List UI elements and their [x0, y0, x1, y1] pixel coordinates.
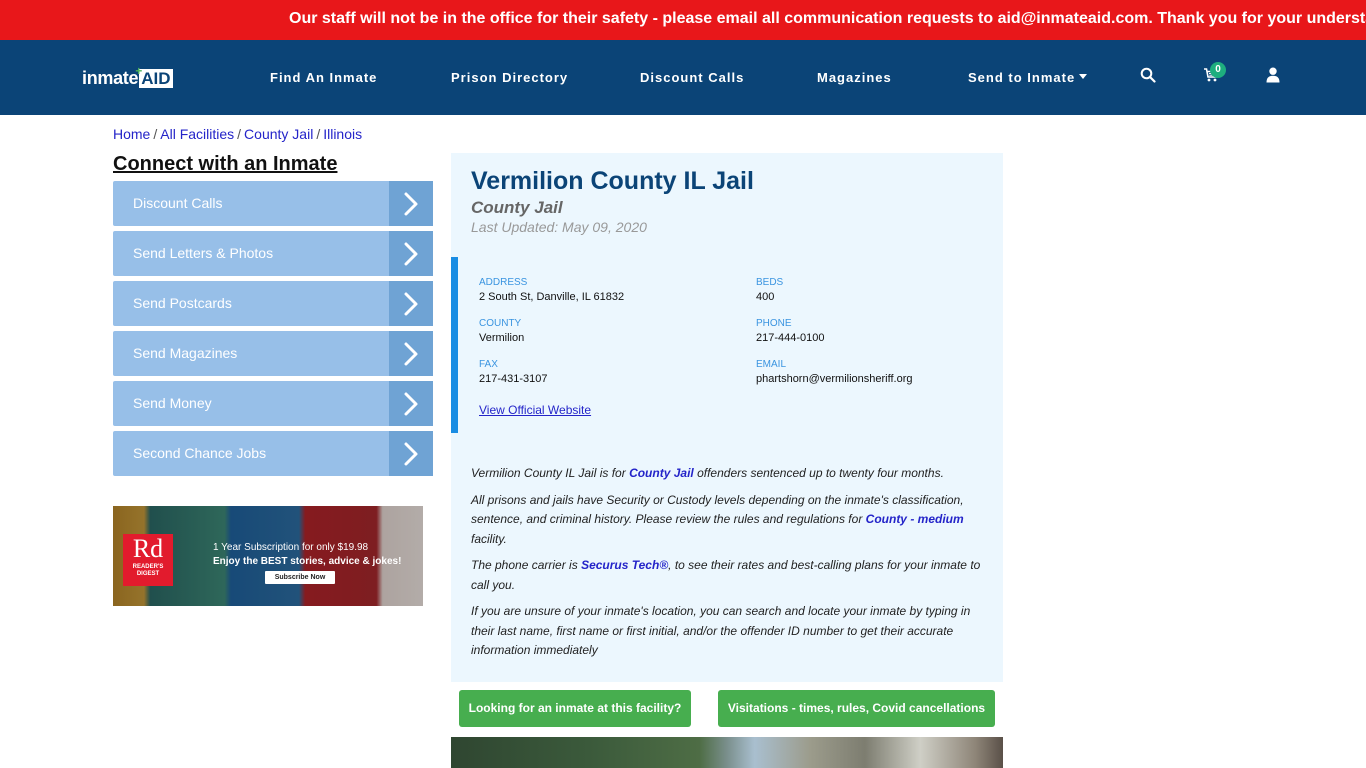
rd-logo-sub1: READER'S: [132, 564, 164, 570]
breadcrumb-separator: /: [153, 126, 158, 142]
breadcrumb-separator: /: [316, 126, 321, 142]
rd-logo-sub2: DIGEST: [136, 571, 160, 577]
sidebar-menu: Discount Calls Send Letters & Photos Sen…: [113, 181, 433, 481]
facility-title: Vermilion County IL Jail: [471, 167, 754, 195]
chevron-right-icon: [389, 181, 433, 226]
chevron-right-icon: [389, 431, 433, 476]
logo-aid: + AID: [135, 64, 173, 88]
sidebar-item-label: Discount Calls: [133, 195, 223, 211]
logo-aid-text: AID: [141, 68, 171, 88]
beds-label: BEDS: [756, 277, 784, 288]
text: offenders sentenced up to twenty four mo…: [693, 466, 944, 480]
phone-label: PHONE: [756, 318, 792, 329]
description-paragraph: Vermilion County IL Jail is for County J…: [471, 464, 986, 484]
sidebar-title[interactable]: Connect with an Inmate: [113, 153, 337, 176]
sidebar-item-label: Send Letters & Photos: [133, 245, 274, 261]
cart-count-badge: 0: [1210, 62, 1226, 78]
text: facility.: [471, 531, 507, 546]
description-paragraph: All prisons and jails have Security or C…: [471, 491, 986, 550]
official-website-link[interactable]: View Official Website: [479, 403, 591, 417]
user-icon[interactable]: [1266, 67, 1286, 87]
sidebar-item-send-postcards[interactable]: Send Postcards: [113, 281, 433, 326]
county-medium-link[interactable]: County - medium: [866, 512, 964, 526]
breadcrumb-home[interactable]: Home: [113, 126, 150, 142]
chevron-right-icon: [389, 331, 433, 376]
address-value: 2 South St, Danville, IL 61832: [479, 291, 625, 303]
fax-label: FAX: [479, 359, 498, 370]
nav-magazines[interactable]: Magazines: [817, 70, 892, 85]
logo-text: inmate: [82, 67, 139, 88]
phone-value: 217-444-0100: [756, 332, 825, 344]
breadcrumb-separator: /: [237, 126, 242, 142]
sidebar-item-label: Send Magazines: [133, 345, 238, 361]
sidebar-item-label: Send Money: [133, 395, 212, 411]
sidebar-item-send-money[interactable]: Send Money: [113, 381, 433, 426]
county-field: COUNTY Vermilion: [479, 318, 524, 344]
sidebar-item-second-chance-jobs[interactable]: Second Chance Jobs: [113, 431, 433, 476]
email-label: EMAIL: [756, 359, 787, 370]
facility-aerial-photo: [451, 737, 1003, 768]
facility-card: Vermilion County IL Jail County Jail Las…: [451, 153, 1003, 682]
email-field: EMAIL phartshorn@vermilionsheriff.org: [756, 359, 912, 385]
address-label: ADDRESS: [479, 277, 528, 288]
phone-field: PHONE 217-444-0100: [756, 318, 825, 344]
alert-banner: Our staff will not be in the office for …: [0, 0, 1366, 40]
sidebar-item-send-letters-photos[interactable]: Send Letters & Photos: [113, 231, 433, 276]
chevron-right-icon: [389, 381, 433, 426]
text: Vermilion County IL Jail is for: [471, 466, 630, 480]
nav-discount-calls[interactable]: Discount Calls: [640, 70, 744, 85]
county-value: Vermilion: [479, 332, 525, 344]
visitations-button[interactable]: Visitations - times, rules, Covid cancel…: [718, 690, 995, 727]
beds-value: 400: [756, 291, 775, 303]
sidebar-item-discount-calls[interactable]: Discount Calls: [113, 181, 433, 226]
description-paragraph: The phone carrier is Securus Tech®, to s…: [471, 556, 986, 595]
nav-send-to-inmate[interactable]: Send to Inmate: [968, 70, 1088, 85]
ad-offer-text: 1 Year Subscription for only $19.98: [213, 542, 369, 553]
fax-value: 217-431-3107: [479, 373, 548, 385]
find-inmate-button[interactable]: Looking for an inmate at this facility?: [459, 690, 691, 727]
readers-digest-logo: Rd READER'S DIGEST: [123, 534, 173, 586]
logo-plus-icon: +: [135, 63, 143, 78]
fax-field: FAX 217-431-3107: [479, 359, 548, 385]
address-field: ADDRESS 2 South St, Danville, IL 61832: [479, 277, 624, 303]
sidebar-item-send-magazines[interactable]: Send Magazines: [113, 331, 433, 376]
chevron-right-icon: [389, 281, 433, 326]
description-paragraph: If you are unsure of your inmate's locat…: [471, 604, 971, 657]
beds-field: BEDS 400: [756, 277, 783, 303]
facility-info-box: ADDRESS 2 South St, Danville, IL 61832 B…: [451, 257, 1003, 433]
text: The phone carrier is: [471, 558, 582, 572]
ad-tagline: Enjoy the BEST stories, advice & jokes!: [213, 556, 402, 567]
sidebar-item-label: Second Chance Jobs: [133, 445, 267, 461]
last-updated: Last Updated: May 09, 2020: [471, 219, 647, 235]
nav-find-an-inmate[interactable]: Find An Inmate: [270, 70, 377, 85]
nav-send-to-inmate-label: Send to Inmate: [968, 70, 1076, 85]
ad-subscribe-button[interactable]: Subscribe Now: [265, 571, 335, 584]
top-navbar: inmate + AID Find An Inmate Prison Direc…: [0, 40, 1366, 115]
search-icon[interactable]: [1140, 67, 1160, 87]
breadcrumb-county-jail[interactable]: County Jail: [244, 126, 313, 142]
county-jail-link[interactable]: County Jail: [629, 466, 694, 480]
securus-tech-link[interactable]: Securus Tech®: [581, 558, 668, 572]
breadcrumb-all-facilities[interactable]: All Facilities: [160, 126, 234, 142]
email-value: phartshorn@vermilionsheriff.org: [756, 373, 913, 385]
facility-type: County Jail: [471, 198, 563, 217]
site-logo[interactable]: inmate + AID: [82, 64, 173, 89]
breadcrumb: Home / All Facilities / County Jail / Illinois: [113, 126, 362, 142]
facility-description: Vermilion County IL Jail is for County J…: [471, 464, 986, 668]
readers-digest-ad[interactable]: Rd READER'S DIGEST 1 Year Subscription f…: [113, 506, 423, 606]
sidebar-item-label: Send Postcards: [133, 295, 232, 311]
caret-down-icon: [1079, 74, 1088, 80]
rd-logo-text: Rd: [132, 534, 164, 563]
alert-text: Our staff will not be in the office for …: [289, 10, 1366, 27]
nav-prison-directory[interactable]: Prison Directory: [451, 70, 568, 85]
chevron-right-icon: [389, 231, 433, 276]
breadcrumb-illinois[interactable]: Illinois: [323, 126, 362, 142]
county-label: COUNTY: [479, 318, 522, 329]
